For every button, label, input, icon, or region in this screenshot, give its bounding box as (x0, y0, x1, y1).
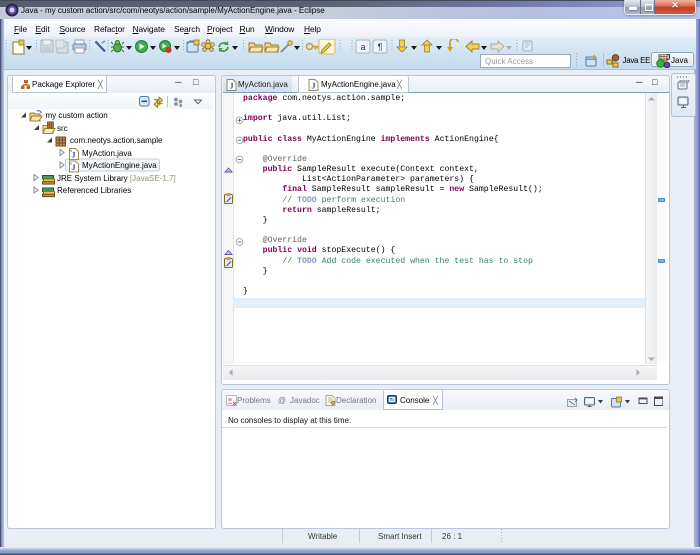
svg-text:¶: ¶ (378, 42, 383, 52)
svg-text:a: a (360, 42, 365, 52)
svg-text:J: J (666, 54, 670, 62)
